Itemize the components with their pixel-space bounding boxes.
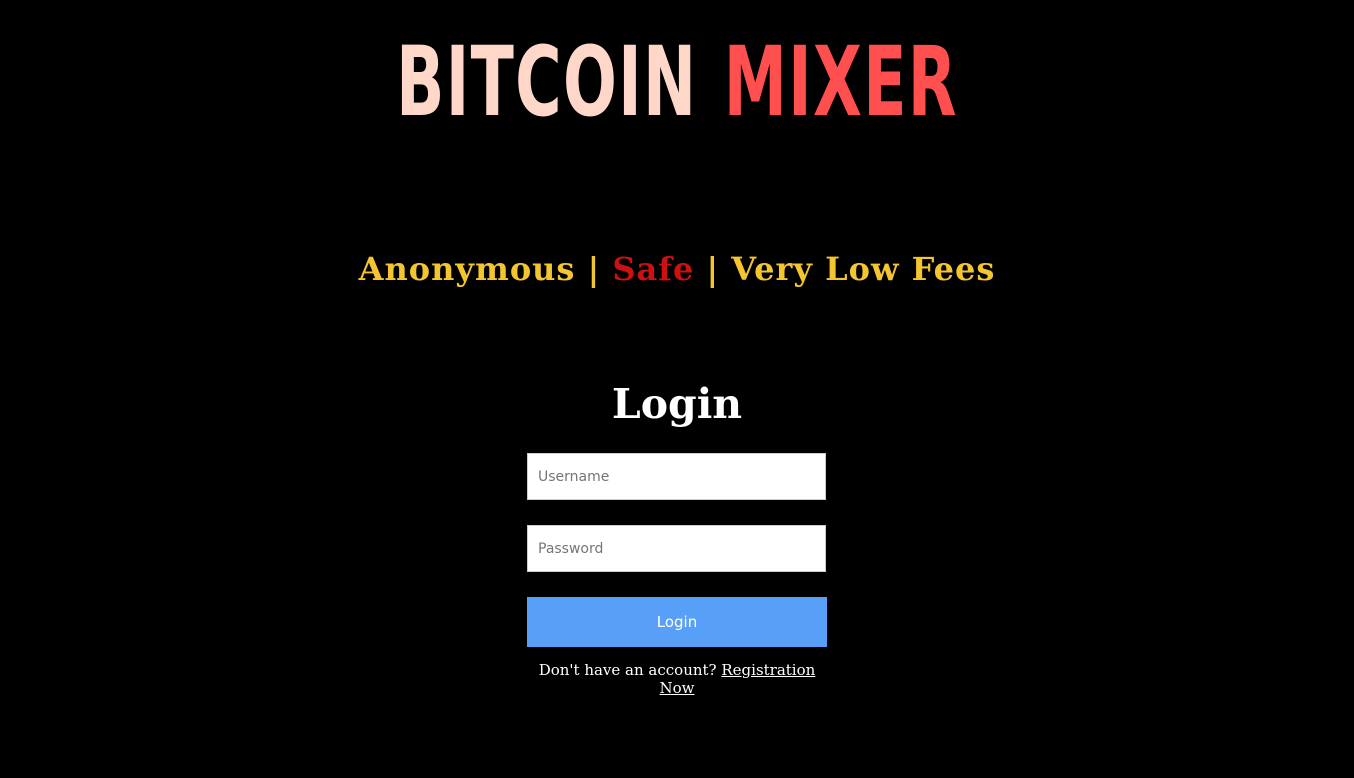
tagline: Anonymous | Safe | Very Low Fees [0,250,1354,288]
site-logo: BITCOIN MIXER [230,22,1124,142]
tagline-separator: | [587,250,601,288]
password-input[interactable] [527,525,826,572]
registration-prompt-text: Don't have an account? [538,661,717,679]
logo-word-mixer: MIXER [723,26,958,138]
logo-word-bitcoin: BITCOIN [396,26,698,138]
tagline-safe: Safe [612,250,695,288]
registration-prompt: Don't have an account? Registration Now [527,661,827,697]
login-button[interactable]: Login [527,597,827,647]
login-heading: Login [611,380,743,428]
tagline-anonymous: Anonymous [358,250,576,288]
tagline-separator: | [706,250,720,288]
tagline-low-fees: Very Low Fees [731,250,996,288]
username-input[interactable] [527,453,826,500]
